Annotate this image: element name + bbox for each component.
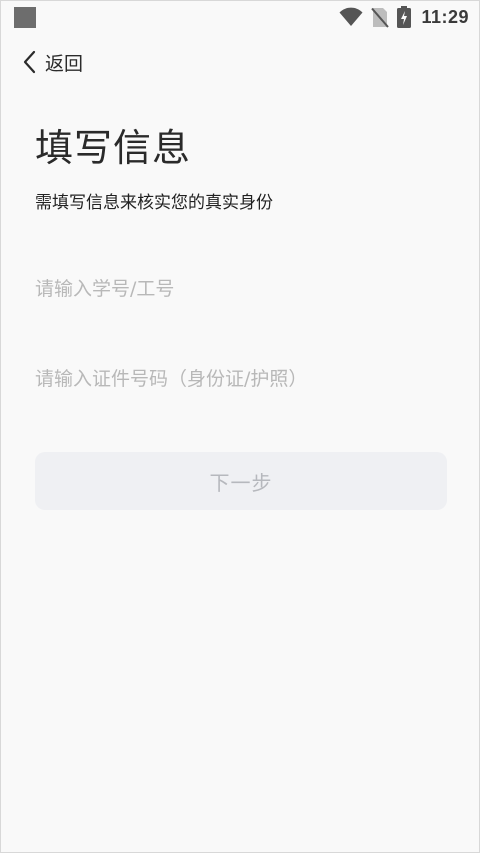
status-icons: 11:29 [339, 5, 469, 29]
no-sim-icon [371, 7, 390, 28]
page-title: 填写信息 [35, 126, 192, 170]
screen: 11:29 返回 填写信息 需填写信息来核实您的真实身份 下一步 [0, 0, 480, 853]
status-time: 11:29 [421, 6, 469, 27]
status-bar: 11:29 [1, 1, 479, 33]
next-button[interactable]: 下一步 [35, 452, 447, 510]
student-id-input[interactable] [35, 269, 447, 309]
wifi-icon [339, 7, 363, 26]
battery-charging-icon [397, 6, 412, 28]
id-number-input[interactable] [35, 359, 447, 399]
app-notification-icon [14, 7, 36, 28]
page-subtitle: 需填写信息来核实您的真实身份 [35, 193, 273, 213]
chevron-left-icon [23, 50, 36, 74]
back-label: 返回 [45, 52, 84, 75]
back-button[interactable]: 返回 [23, 46, 83, 78]
